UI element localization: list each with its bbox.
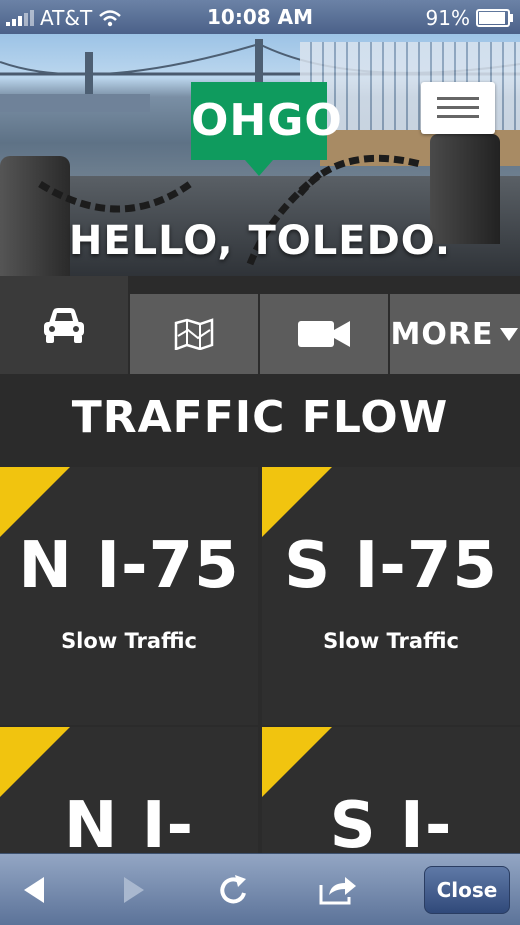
close-button[interactable]: Close [424,866,510,914]
share-icon [319,877,356,905]
reload-button[interactable] [212,868,256,912]
traffic-card[interactable]: S I-75 Slow Traffic [262,467,520,725]
camera-icon [298,321,350,347]
alert-flag [0,727,70,797]
alert-flag [0,467,70,537]
back-button[interactable] [12,868,56,912]
route-name: N I-280 [63,789,195,853]
route-name: S I-280 [329,789,453,853]
alert-flag [262,467,332,537]
reload-icon [220,875,246,904]
more-label: MORE [390,316,494,352]
menu-button[interactable] [421,82,495,134]
forward-arrow-icon [124,877,144,903]
battery-status: 91% [425,6,513,30]
forward-button[interactable] [112,868,156,912]
traffic-card[interactable]: S I-280 [262,727,520,853]
status-bar: AT&T 10:08 AM 91% [0,0,520,34]
back-arrow-icon [24,877,44,903]
traffic-condition: Slow Traffic [323,629,459,653]
alert-flag [262,727,332,797]
caret-down-icon [500,328,519,341]
logo-text: OHGO [191,82,342,160]
map-icon [174,318,214,350]
traffic-card[interactable]: N I-75 Slow Traffic [0,467,258,725]
route-name: S I-75 [284,529,498,603]
battery-percent: 91% [425,6,470,30]
ohgo-logo[interactable]: OHGO [191,82,342,176]
share-button[interactable] [316,868,360,912]
tab-bar: MORE [0,276,520,374]
greeting-title: HELLO, TOLEDO. [68,218,452,264]
hero-banner: OHGO HELLO, TOLEDO. [0,34,520,276]
section-title: TRAFFIC FLOW [71,392,449,443]
tab-traffic[interactable] [0,276,128,374]
tab-more[interactable]: MORE [390,294,520,374]
traffic-card[interactable]: N I-280 [0,727,258,853]
battery-icon [476,9,513,27]
traffic-condition: Slow Traffic [61,629,197,653]
tab-map[interactable] [130,294,258,374]
tab-cameras[interactable] [260,294,388,374]
car-icon [44,308,84,343]
route-name: N I-75 [18,529,240,603]
browser-toolbar: Close [0,853,520,925]
